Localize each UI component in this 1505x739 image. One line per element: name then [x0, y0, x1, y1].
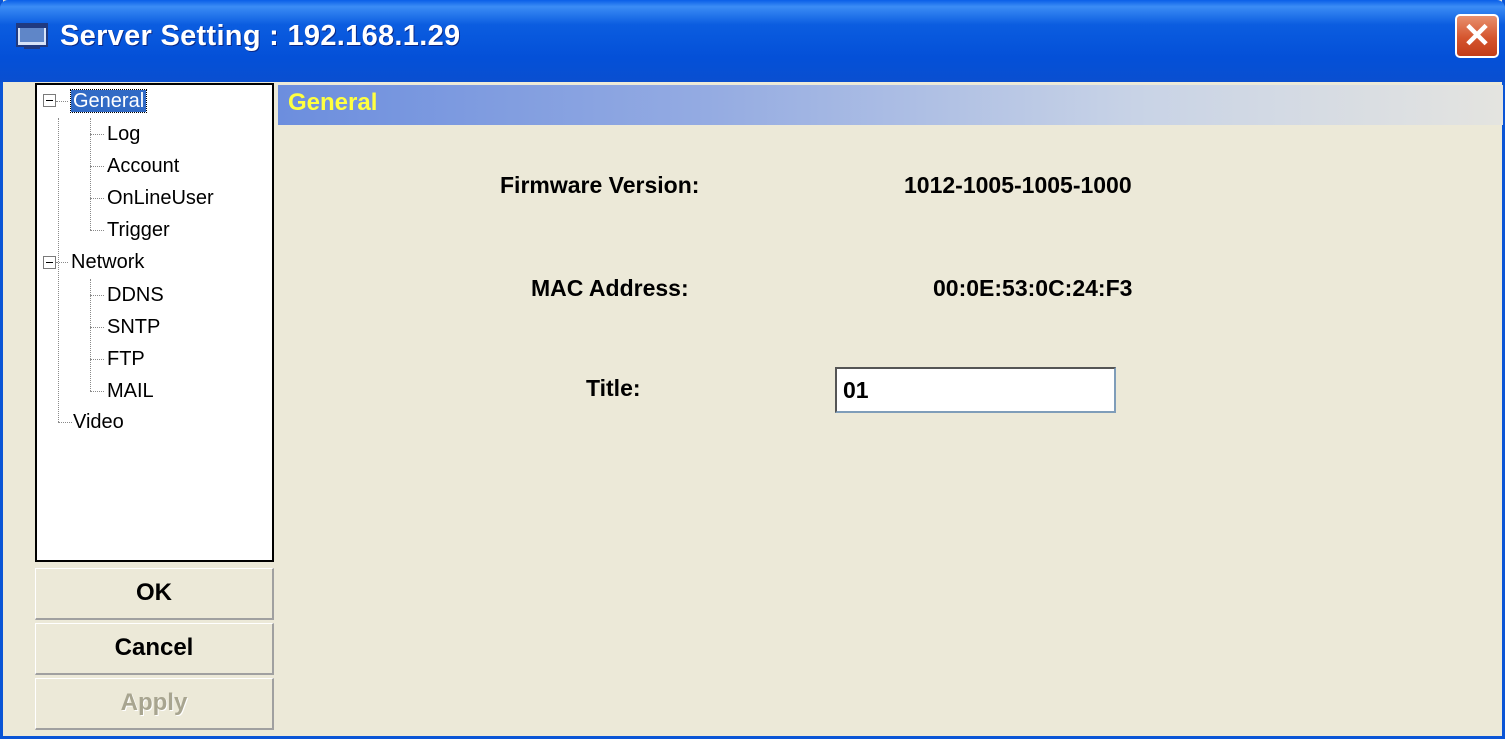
settings-tree[interactable]: General Log Account OnLineUser Trigger N… [35, 83, 274, 562]
tree-line [56, 101, 68, 102]
tree-line [58, 118, 59, 422]
tree-line [58, 422, 72, 423]
tree-line [90, 327, 104, 328]
collapse-network-icon[interactable] [43, 256, 56, 269]
section-title: General [288, 89, 378, 116]
collapse-general-icon[interactable] [43, 94, 56, 107]
tree-line [90, 166, 104, 167]
tree-line [90, 230, 104, 231]
app-icon [16, 23, 48, 49]
firmware-version-label: Firmware Version: [500, 172, 700, 198]
window-title: Server Setting : 192.168.1.29 [60, 20, 461, 52]
tree-line [90, 295, 104, 296]
mac-address-label: MAC Address: [531, 275, 689, 301]
tree-item-general[interactable]: General [69, 89, 148, 113]
tree-item-video[interactable]: Video [73, 410, 124, 434]
section-header: General [278, 85, 1503, 125]
tree-item-network[interactable]: Network [71, 250, 144, 274]
mac-address-value: 00:0E:53:0C:24:F3 [933, 275, 1133, 301]
tree-line [90, 391, 104, 392]
tree-item-mail[interactable]: MAIL [107, 379, 154, 403]
tree-item-log[interactable]: Log [107, 122, 140, 146]
cancel-button[interactable]: Cancel [35, 623, 274, 675]
close-button[interactable]: ✕ [1455, 14, 1499, 58]
tree-item-account[interactable]: Account [107, 154, 179, 178]
tree-line [90, 198, 104, 199]
tree-line [90, 359, 104, 360]
title-bar[interactable]: Server Setting : 192.168.1.29 ✕ [0, 0, 1505, 82]
tree-item-trigger[interactable]: Trigger [107, 218, 170, 242]
tree-item-ddns[interactable]: DDNS [107, 283, 164, 307]
tree-line [56, 262, 68, 263]
server-setting-window: Server Setting : 192.168.1.29 ✕ General … [0, 0, 1505, 739]
firmware-version-value: 1012-1005-1005-1000 [904, 172, 1132, 198]
title-label: Title: [586, 375, 641, 401]
ok-button[interactable]: OK [35, 568, 274, 620]
tree-line [90, 134, 104, 135]
tree-item-sntp[interactable]: SNTP [107, 315, 160, 339]
close-icon: ✕ [1462, 17, 1492, 55]
title-input[interactable] [835, 367, 1116, 413]
apply-button[interactable]: Apply [35, 678, 274, 730]
tree-item-ftp[interactable]: FTP [107, 347, 145, 371]
tree-item-onlineuser[interactable]: OnLineUser [107, 186, 214, 210]
